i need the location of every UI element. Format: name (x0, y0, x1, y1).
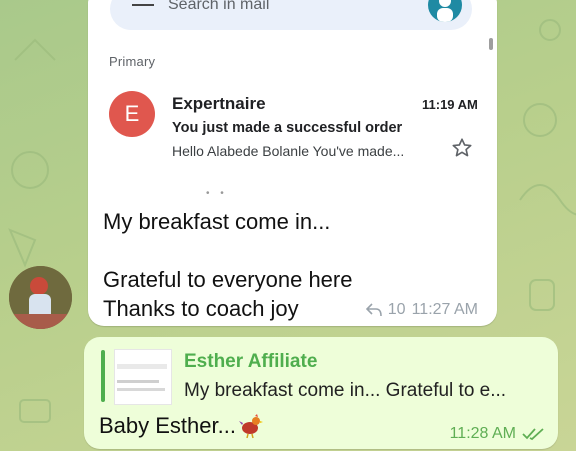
incoming-message-bubble[interactable]: Search in mail Primary E Expertnaire 11:… (88, 0, 497, 326)
outgoing-message-meta: 11:28 AM (450, 425, 546, 443)
incoming-time: 11:27 AM (411, 301, 478, 318)
outgoing-text: Baby Esther... (99, 413, 236, 438)
quote-accent-bar (101, 350, 105, 402)
email-sender: Expertnaire (172, 94, 266, 113)
quoted-message-text[interactable]: My breakfast come in... Grateful to e... (184, 380, 506, 402)
gmail-search-bar: Search in mail (110, 0, 472, 30)
person-photo (9, 266, 72, 329)
outgoing-message-text: Baby Esther... (99, 413, 264, 439)
quoted-image-thumbnail (114, 349, 172, 405)
truncated-dots: • • (206, 188, 228, 199)
email-preview: Hello Alabede Bolanle You've made... (172, 143, 405, 159)
incoming-message-text: My breakfast come in... Grateful to ever… (103, 207, 352, 323)
message-line: Grateful to everyone here (103, 267, 353, 292)
search-placeholder: Search in mail (168, 0, 270, 13)
quoted-sender-name[interactable]: Esther Affiliate (184, 351, 317, 373)
sender-avatar[interactable] (9, 266, 72, 329)
email-time: 11:19 AM (422, 97, 478, 112)
outgoing-time: 11:28 AM (449, 425, 516, 442)
reply-count: 10 (387, 301, 406, 318)
incoming-message-meta: 10 11:27 AM (365, 301, 478, 319)
message-line: My breakfast come in... (103, 209, 331, 234)
double-check-icon (522, 428, 544, 441)
menu-icon (132, 0, 154, 12)
reply-icon (365, 303, 382, 317)
gmail-screenshot-image[interactable]: Search in mail Primary E Expertnaire 11:… (88, 0, 497, 199)
scroll-indicator (489, 38, 493, 50)
email-subject: You just made a successful order (172, 120, 403, 136)
inbox-section-label: Primary (109, 54, 156, 69)
message-line: Thanks to coach joy (103, 296, 299, 321)
email-sender-avatar: E (109, 91, 155, 137)
rooster-emoji-icon (238, 414, 263, 439)
outgoing-message-bubble[interactable]: Esther Affiliate My breakfast come in...… (84, 337, 558, 449)
star-icon (452, 138, 472, 157)
account-avatar-icon (428, 0, 462, 22)
message-line (103, 236, 352, 265)
